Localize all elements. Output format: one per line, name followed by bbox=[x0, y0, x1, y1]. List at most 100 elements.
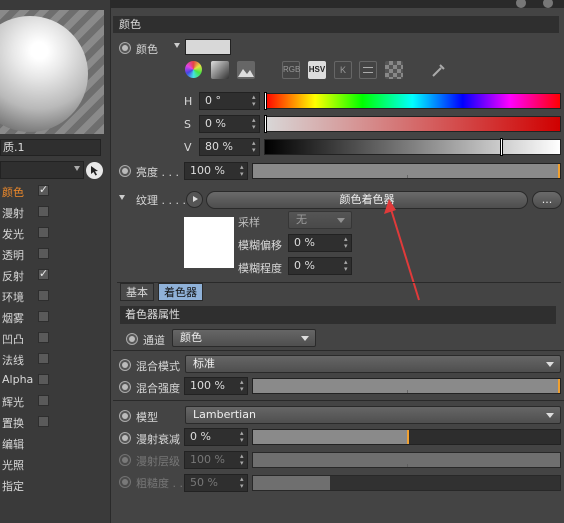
hue-slider[interactable] bbox=[264, 92, 561, 110]
swatches-icon[interactable] bbox=[385, 61, 403, 79]
channel-label: 漫射 bbox=[2, 207, 24, 220]
mix-strength-slider[interactable] bbox=[252, 378, 561, 394]
roughness-radio[interactable] bbox=[119, 476, 131, 488]
back-icon[interactable] bbox=[516, 0, 526, 8]
mixer-icon[interactable] bbox=[359, 61, 377, 79]
value-marker[interactable] bbox=[500, 138, 503, 156]
channel-checkbox[interactable] bbox=[38, 311, 49, 322]
falloff-slider[interactable] bbox=[252, 429, 561, 445]
color-menu-icon[interactable] bbox=[174, 43, 180, 48]
s-input[interactable]: 0 % bbox=[199, 115, 260, 133]
spectrum-icon[interactable] bbox=[211, 61, 229, 79]
model-radio[interactable] bbox=[119, 410, 131, 422]
tab-basic[interactable]: 基本 bbox=[120, 283, 154, 301]
channel-item-glow[interactable]: 辉光 bbox=[0, 391, 111, 412]
channel-item-normal[interactable]: 法线 bbox=[0, 349, 111, 370]
saturation-slider[interactable] bbox=[264, 115, 561, 133]
blur-offset-input[interactable]: 0 % bbox=[288, 234, 352, 252]
channel-checkbox[interactable] bbox=[38, 227, 49, 238]
color-wheel-icon[interactable] bbox=[185, 61, 202, 78]
channel-dropdown[interactable]: 颜色 bbox=[172, 329, 316, 347]
cursor-icon[interactable] bbox=[86, 162, 103, 179]
channel-item-color[interactable]: 颜色 bbox=[0, 181, 111, 202]
channel-checkbox[interactable] bbox=[38, 248, 49, 259]
brightness-radio[interactable] bbox=[119, 165, 131, 177]
mix-mode-radio[interactable] bbox=[119, 359, 131, 371]
falloff-label: 漫射衰减 bbox=[136, 433, 180, 446]
level-radio[interactable] bbox=[119, 454, 131, 466]
channel-item-reflectance[interactable]: 反射 bbox=[0, 265, 111, 286]
mix-mode-dropdown[interactable]: 标准 bbox=[185, 355, 561, 373]
sampling-dropdown[interactable]: 无 bbox=[288, 211, 352, 229]
channel-panel: 质.1 颜色漫射发光透明反射环境烟雾凹凸法线 Alpha 辉光置换编辑光照指定 bbox=[0, 0, 111, 523]
falloff-handle[interactable] bbox=[407, 430, 409, 444]
material-preview[interactable] bbox=[0, 10, 104, 134]
falloff-radio[interactable] bbox=[119, 432, 131, 444]
channel-label: 通道 bbox=[143, 334, 165, 347]
texture-expand-icon[interactable] bbox=[119, 195, 125, 200]
hsv-mode-button[interactable]: HSV bbox=[308, 61, 326, 79]
brightness-input[interactable]: 100 % bbox=[184, 162, 248, 180]
channel-item-bump[interactable]: 凹凸 bbox=[0, 328, 111, 349]
channel-checkbox[interactable] bbox=[38, 395, 49, 406]
blur-scale-label: 模糊程度 bbox=[238, 262, 282, 275]
model-dropdown[interactable]: Lambertian bbox=[185, 406, 561, 424]
channel-label: 法线 bbox=[2, 354, 24, 367]
channel-checkbox[interactable] bbox=[38, 374, 49, 385]
channel-label: 凹凸 bbox=[2, 333, 24, 346]
channel-item-luminance[interactable]: 发光 bbox=[0, 223, 111, 244]
mix-mode-label: 混合模式 bbox=[136, 360, 180, 373]
value-slider[interactable] bbox=[264, 138, 561, 156]
kelvin-mode-button[interactable]: K bbox=[334, 61, 352, 79]
channel-item-fog[interactable]: 烟雾 bbox=[0, 307, 111, 328]
rgb-mode-button[interactable]: RGB bbox=[282, 61, 300, 79]
h-input[interactable]: 0 ° bbox=[199, 92, 260, 110]
mix-strength-radio[interactable] bbox=[119, 381, 131, 393]
brightness-slider[interactable] bbox=[252, 163, 561, 179]
channel-item-transparency[interactable]: 透明 bbox=[0, 244, 111, 265]
channel-checkbox[interactable] bbox=[38, 416, 49, 427]
roughness-input[interactable]: 50 % bbox=[184, 474, 248, 492]
roughness-fill bbox=[253, 476, 330, 490]
channel-item-illumination[interactable]: 光照 bbox=[0, 454, 111, 475]
channel-item-assignment[interactable]: 指定 bbox=[0, 475, 111, 496]
falloff-input[interactable]: 0 % bbox=[184, 428, 248, 446]
image-picker-icon[interactable] bbox=[237, 61, 255, 79]
preview-sphere bbox=[0, 16, 88, 132]
channel-item-displacement[interactable]: 置换 bbox=[0, 412, 111, 433]
forward-icon[interactable] bbox=[543, 0, 553, 8]
channel-checkbox[interactable] bbox=[38, 183, 49, 196]
channel-item-editor[interactable]: 编辑 bbox=[0, 433, 111, 454]
mix-strength-input[interactable]: 100 % bbox=[184, 377, 248, 395]
color-swatch[interactable] bbox=[185, 39, 231, 55]
channel-checkbox[interactable] bbox=[38, 290, 49, 301]
material-name-field[interactable]: 质.1 bbox=[0, 139, 101, 156]
blur-scale-input[interactable]: 0 % bbox=[288, 257, 352, 275]
roughness-slider[interactable] bbox=[252, 475, 561, 491]
saturation-marker[interactable] bbox=[264, 115, 267, 133]
texture-arrow-icon[interactable] bbox=[186, 191, 203, 208]
eyedropper-icon[interactable] bbox=[430, 61, 448, 79]
channel-item-alpha[interactable]: Alpha bbox=[0, 370, 111, 391]
color-shader-button[interactable]: 颜色着色器 bbox=[206, 191, 528, 209]
mix-strength-handle[interactable] bbox=[558, 379, 560, 393]
texture-preview[interactable] bbox=[184, 217, 234, 268]
level-slider[interactable] bbox=[252, 452, 561, 468]
channel-checkbox[interactable] bbox=[38, 267, 49, 280]
channel-filter-field[interactable] bbox=[0, 161, 84, 179]
brightness-handle[interactable] bbox=[558, 164, 560, 178]
channel-checkbox[interactable] bbox=[38, 353, 49, 364]
more-button[interactable]: ... bbox=[532, 191, 562, 209]
color-radio[interactable] bbox=[119, 42, 131, 54]
hue-marker[interactable] bbox=[264, 92, 267, 110]
channel-item-diffusion[interactable]: 漫射 bbox=[0, 202, 111, 223]
channel-radio[interactable] bbox=[126, 333, 138, 345]
v-input[interactable]: 80 % bbox=[199, 138, 260, 156]
channel-checkbox[interactable] bbox=[38, 206, 49, 217]
chevron-down-icon[interactable] bbox=[74, 166, 80, 171]
channel-label: 发光 bbox=[2, 228, 24, 241]
channel-item-environment[interactable]: 环境 bbox=[0, 286, 111, 307]
channel-checkbox[interactable] bbox=[38, 332, 49, 343]
tab-shader[interactable]: 着色器 bbox=[158, 283, 203, 301]
level-input[interactable]: 100 % bbox=[184, 451, 248, 469]
